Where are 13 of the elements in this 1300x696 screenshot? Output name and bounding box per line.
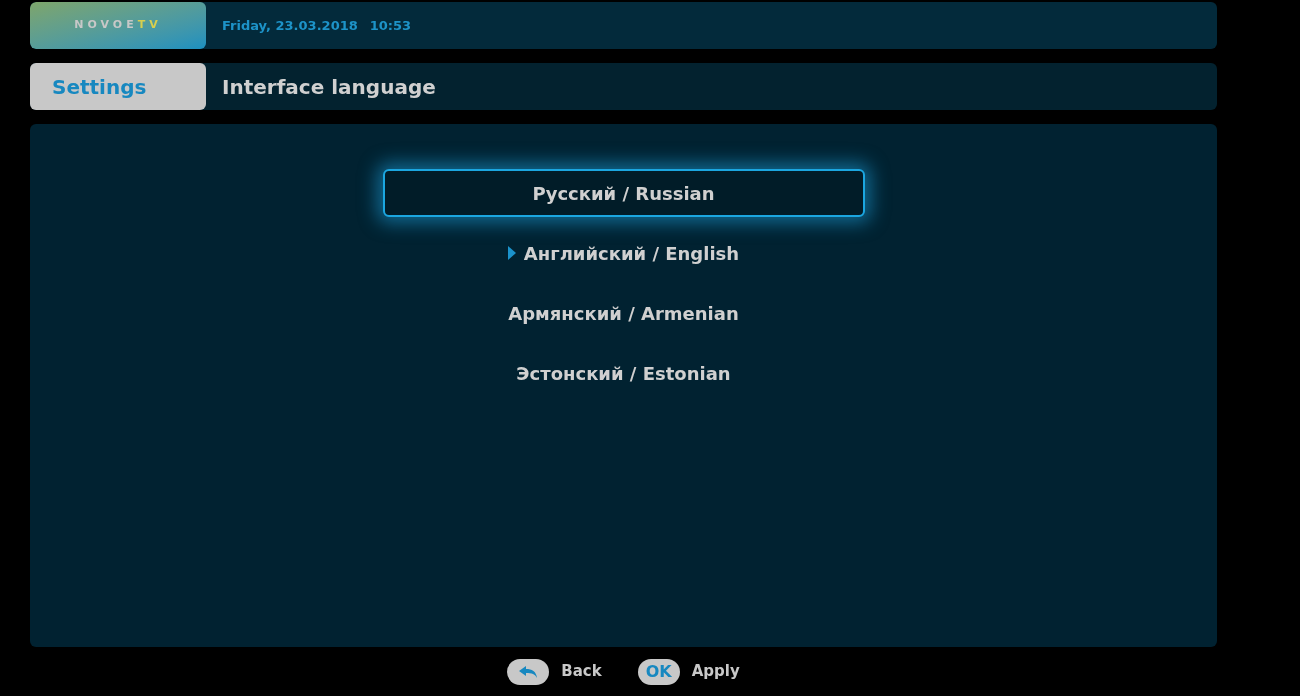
language-option[interactable]: Английский / English: [382, 229, 865, 277]
logo: NOVOE TV: [30, 2, 206, 49]
hint-label: Apply: [691, 661, 740, 683]
date-text: Friday, 23.03.2018: [222, 16, 358, 35]
page-title: Interface language: [221, 73, 436, 101]
ok-key: OK: [637, 658, 680, 685]
time-text: 10:53: [369, 16, 412, 35]
language-option[interactable]: Русский / Russian: [382, 169, 865, 217]
back-arrow-icon: [517, 664, 540, 679]
language-option[interactable]: Эстонский / Estonian: [382, 349, 865, 397]
triangle-icon: [507, 246, 516, 260]
language-option[interactable]: Армянский / Armenian: [382, 289, 865, 337]
hint-label: Back: [561, 661, 602, 683]
